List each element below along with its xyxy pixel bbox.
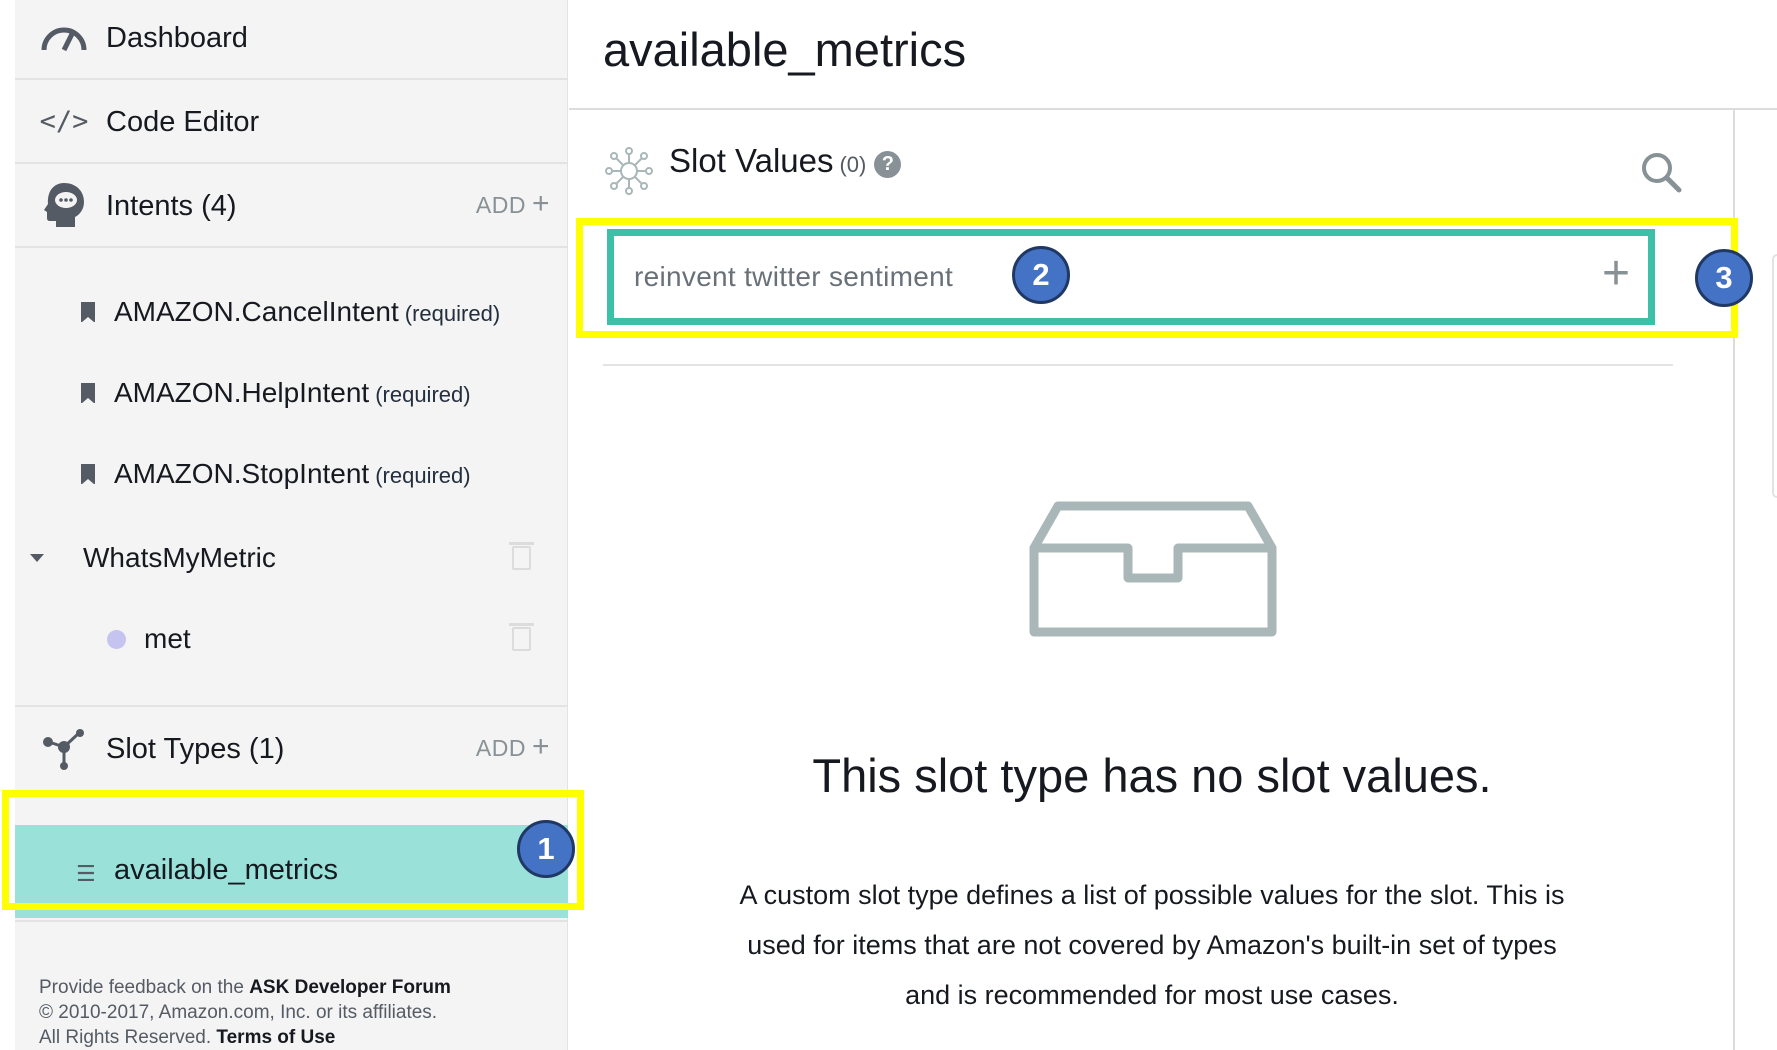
terms-link[interactable]: Terms of Use <box>216 1027 335 1048</box>
add-label: ADD <box>475 735 526 761</box>
highlight-box-2 <box>576 218 1738 338</box>
dashboard-gauge-icon <box>39 22 89 54</box>
sidebar-item-label: Slot Types (1) <box>106 733 285 765</box>
sidebar-item-cancel-intent[interactable]: AMAZON.CancelIntent (required) <box>15 282 568 342</box>
slot-types-icon <box>39 727 89 771</box>
intent-name: AMAZON.CancelIntent (required) <box>114 296 501 327</box>
sidebar-item-stop-intent[interactable]: AMAZON.StopIntent (required) <box>15 444 568 504</box>
sidebar-divider <box>15 920 568 922</box>
sidebar-item-intents[interactable]: Intents (4) ADD + <box>15 164 568 246</box>
intent-name: AMAZON.HelpIntent (required) <box>114 377 471 408</box>
intent-name: AMAZON.StopIntent (required) <box>114 458 471 489</box>
intent-name: WhatsMyMetric <box>83 542 276 573</box>
code-brackets-icon: </> <box>39 106 89 137</box>
plus-icon: + <box>531 187 550 220</box>
divider <box>603 364 1673 366</box>
add-intent-button[interactable]: ADD + <box>475 187 550 221</box>
annotation-badge-1: 1 <box>517 820 575 878</box>
annotation-badge-2: 2 <box>1012 246 1070 304</box>
forum-link[interactable]: ASK Developer Forum <box>249 977 451 998</box>
description-line: A custom slot type defines a list of pos… <box>739 880 1565 910</box>
sidebar-item-slot-types[interactable]: Slot Types (1) ADD + <box>15 707 568 789</box>
description-line: and is recommended for most use cases. <box>905 980 1399 1010</box>
sidebar-item-dashboard[interactable]: Dashboard <box>15 0 568 78</box>
sidebar-item-label: Code Editor <box>106 106 260 138</box>
slot-values-label: Slot Values <box>669 142 834 179</box>
main-header: available_metrics <box>569 0 1777 110</box>
sidebar-item-label: Intents (4) <box>106 190 237 222</box>
help-icon[interactable]: ? <box>874 151 902 178</box>
search-icon[interactable] <box>1639 150 1683 194</box>
sidebar-footer: Provide feedback on the ASK Developer Fo… <box>39 975 451 1050</box>
description-line: used for items that are not covered by A… <box>747 930 1557 960</box>
footer-text: All Rights Reserved. <box>39 1027 217 1048</box>
highlight-box-1 <box>2 790 584 910</box>
sidebar-item-help-intent[interactable]: AMAZON.HelpIntent (required) <box>15 363 568 423</box>
empty-inbox-icon <box>1028 500 1278 645</box>
add-label: ADD <box>475 192 526 218</box>
empty-state-description: A custom slot type defines a list of pos… <box>669 870 1635 1020</box>
slot-values-count: (0) <box>839 152 867 177</box>
empty-state-title: This slot type has no slot values. <box>812 749 1492 802</box>
caret-down-icon[interactable] <box>30 554 44 562</box>
slot-values-icon <box>604 146 654 201</box>
copyright-text: © 2010-2017, Amazon.com, Inc. or its aff… <box>39 1002 438 1023</box>
sidebar-item-whatsmymetric[interactable]: WhatsMyMetric <box>15 528 568 588</box>
plus-icon: + <box>531 730 550 763</box>
footer-text: Provide feedback on the <box>39 977 250 998</box>
bookmark-icon <box>81 302 95 323</box>
add-slot-type-button[interactable]: ADD + <box>475 730 550 764</box>
annotation-badge-3: 3 <box>1695 249 1753 307</box>
intent-head-icon <box>39 180 89 230</box>
sidebar-divider <box>15 246 568 248</box>
bookmark-icon <box>81 464 95 485</box>
bookmark-icon <box>81 383 95 404</box>
page-title: available_metrics <box>603 23 967 76</box>
right-panel-edge <box>1772 254 1777 498</box>
sidebar-item-code-editor[interactable]: </> Code Editor <box>15 80 568 162</box>
sidebar-item-slot-met[interactable]: met <box>15 609 568 669</box>
slot-name: met <box>144 623 191 654</box>
slot-values-title: Slot Values (0)? <box>669 142 902 180</box>
trash-icon[interactable] <box>509 623 534 651</box>
slot-dot-icon <box>107 630 126 649</box>
sidebar-item-label: Dashboard <box>106 22 248 54</box>
trash-icon[interactable] <box>509 542 534 570</box>
